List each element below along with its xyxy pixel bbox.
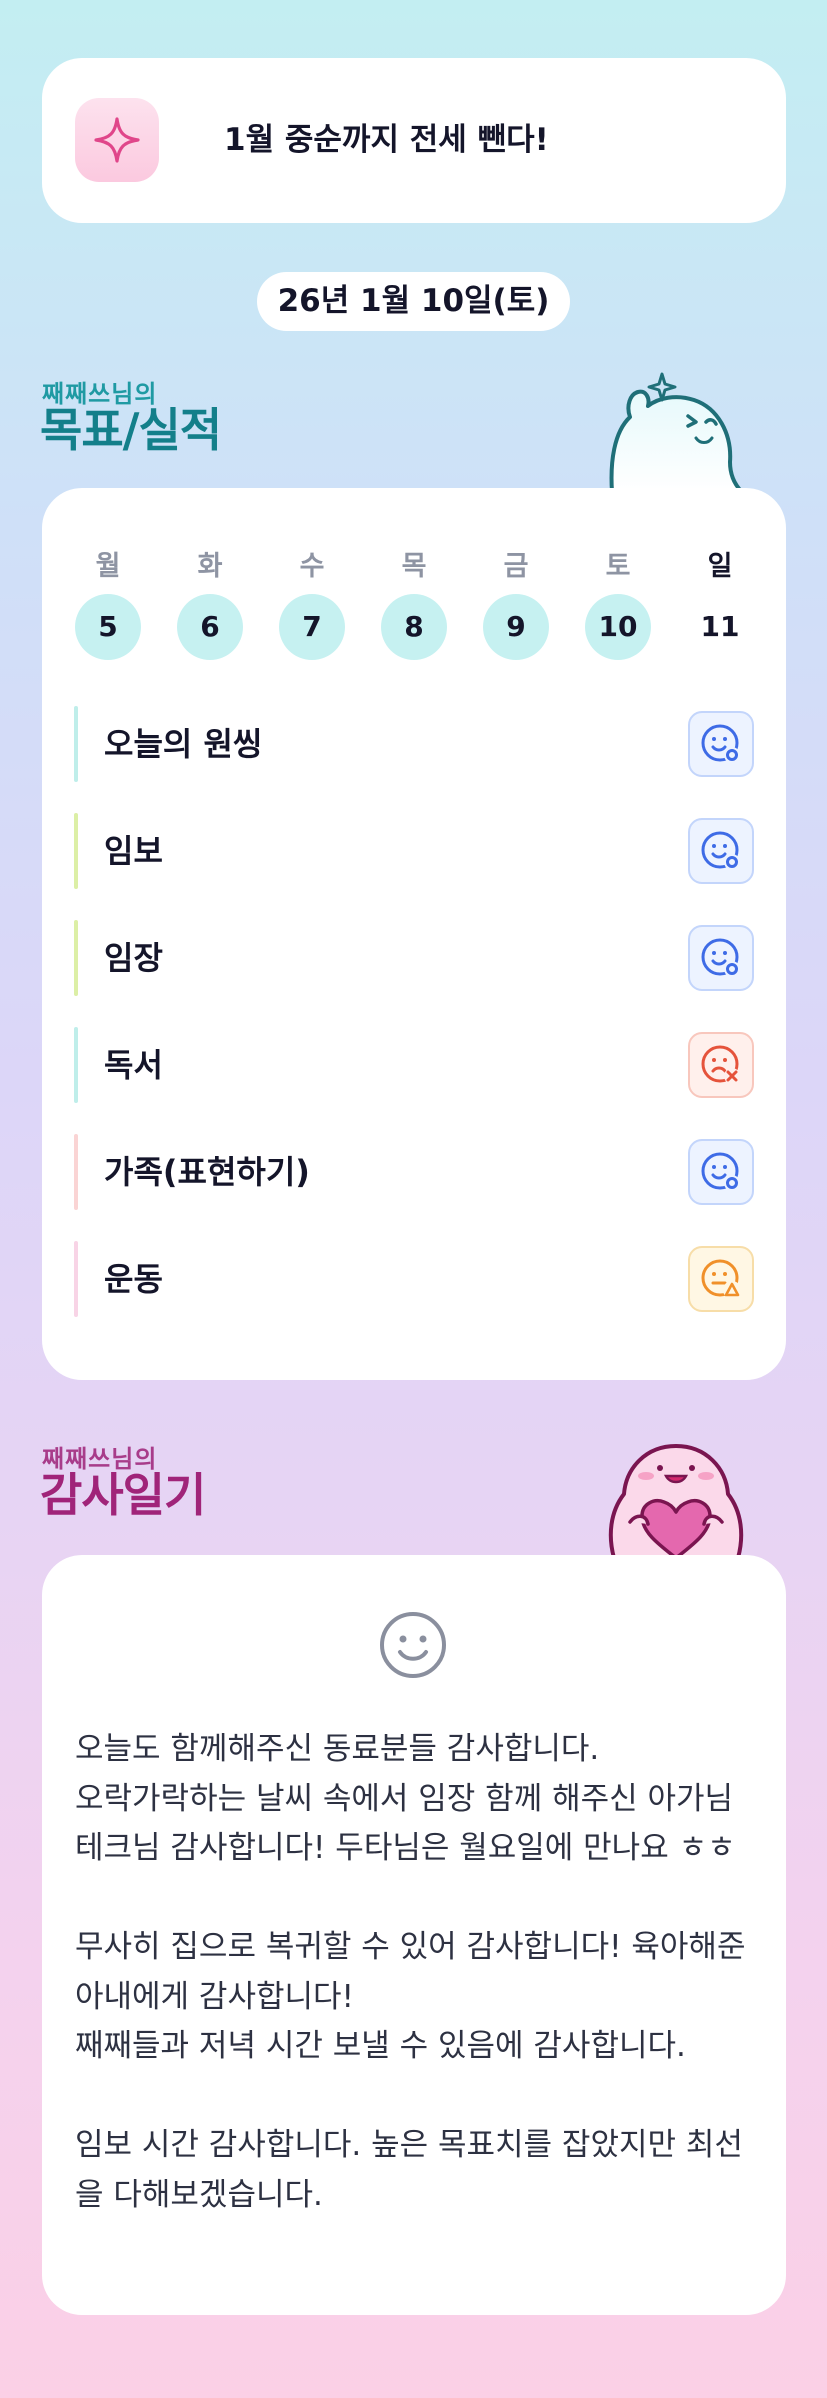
thanks-section-title: 감사일기 xyxy=(40,1468,206,1522)
thanks-diary-card: 오늘도 함께해주신 동료분들 감사합니다. 오락가락하는 날씨 속에서 임장 함… xyxy=(42,1555,786,2315)
day-date-fri[interactable]: 9 xyxy=(483,594,549,660)
neutral-warning-icon[interactable] xyxy=(688,1246,754,1312)
goals-card: 월 화 수 목 금 토 일 5 6 7 8 9 10 11 오늘의 원씽 임보 … xyxy=(42,488,786,1380)
day-date-mon[interactable]: 5 xyxy=(75,594,141,660)
goal-row[interactable]: 오늘의 원씽 xyxy=(74,701,754,787)
goal-row[interactable]: 가족(표현하기) xyxy=(74,1129,754,1215)
goal-color-bar xyxy=(74,920,78,996)
goal-row[interactable]: 임보 xyxy=(74,808,754,894)
goal-text: 1월 중순까지 전세 뺀다! xyxy=(224,122,549,158)
thanks-paragraph: 오늘도 함께해주신 동료분들 감사합니다. 오락가락하는 날씨 속에서 임장 함… xyxy=(75,1731,736,1866)
goal-label: 임보 xyxy=(104,832,163,870)
day-date-sun[interactable]: 11 xyxy=(687,594,753,660)
mascot-heart-icon xyxy=(608,1444,744,1558)
thanks-paragraph: 무사히 집으로 복귀할 수 있어 감사합니다! 육아해준 아내에게 감사합니다!… xyxy=(75,1929,746,2064)
paragraph-spacer xyxy=(75,2072,755,2122)
day-name-fri: 금 xyxy=(503,551,529,582)
day-name-thu: 목 xyxy=(401,551,427,582)
goal-color-bar xyxy=(74,1027,78,1103)
smile-check-icon[interactable] xyxy=(688,711,754,777)
goal-color-bar xyxy=(74,1134,78,1210)
day-date-thu[interactable]: 8 xyxy=(381,594,447,660)
day-name-sat: 토 xyxy=(605,551,631,582)
goal-color-bar xyxy=(74,1241,78,1317)
day-name-mon: 월 xyxy=(95,551,121,582)
smile-check-icon[interactable] xyxy=(688,925,754,991)
goal-label: 오늘의 원씽 xyxy=(104,725,263,763)
goal-row[interactable]: 임장 xyxy=(74,915,754,1001)
goal-row[interactable]: 독서 xyxy=(74,1022,754,1108)
sad-x-icon[interactable] xyxy=(688,1032,754,1098)
day-name-sun: 일 xyxy=(707,551,733,582)
goal-color-bar xyxy=(74,706,78,782)
goal-color-bar xyxy=(74,813,78,889)
day-date-tue[interactable]: 6 xyxy=(177,594,243,660)
goals-section-title: 목표/실적 xyxy=(40,403,222,457)
day-name-tue: 화 xyxy=(197,551,223,582)
mascot-thumbsup-icon xyxy=(609,372,744,492)
goal-label: 임장 xyxy=(104,939,163,977)
smile-check-icon[interactable] xyxy=(688,1139,754,1205)
smile-face-icon xyxy=(380,1612,446,1678)
day-name-wed: 수 xyxy=(299,551,325,582)
smile-check-icon[interactable] xyxy=(688,818,754,884)
thanks-diary-text: 오늘도 함께해주신 동료분들 감사합니다. 오락가락하는 날씨 속에서 임장 함… xyxy=(75,1725,755,2220)
paragraph-spacer xyxy=(75,1874,755,1924)
goal-label: 운동 xyxy=(104,1260,163,1298)
thanks-paragraph: 임보 시간 감사합니다. 높은 목표치를 잡았지만 최선을 다해보겠습니다. xyxy=(75,2127,743,2213)
goal-row[interactable]: 운동 xyxy=(74,1236,754,1322)
goal-label: 독서 xyxy=(104,1046,163,1084)
sparkle-icon xyxy=(75,98,159,182)
date-pill[interactable]: 26년 1월 10일(토) xyxy=(257,272,570,331)
goal-banner-card[interactable]: 1월 중순까지 전세 뺀다! xyxy=(42,58,786,223)
day-date-wed[interactable]: 7 xyxy=(279,594,345,660)
goal-label: 가족(표현하기) xyxy=(104,1153,310,1191)
day-date-sat[interactable]: 10 xyxy=(585,594,651,660)
